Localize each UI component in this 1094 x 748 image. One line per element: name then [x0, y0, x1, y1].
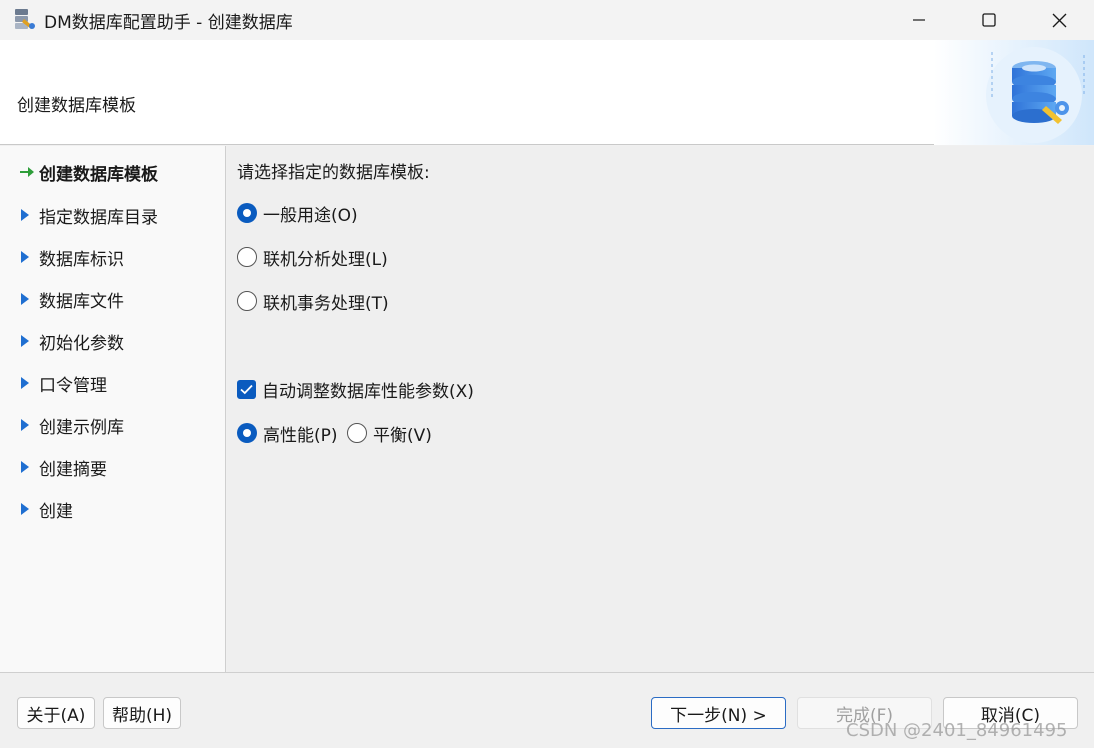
- step-db-files[interactable]: 数据库文件: [20, 286, 124, 312]
- page-title: 创建数据库模板: [17, 96, 136, 116]
- step-label: 口令管理: [39, 375, 107, 396]
- triangle-right-icon: [20, 293, 39, 305]
- radio-general-purpose[interactable]: 一般用途(O): [237, 200, 358, 226]
- auto-tune-checkbox[interactable]: 自动调整数据库性能参数(X): [237, 376, 474, 402]
- triangle-right-icon: [20, 209, 39, 221]
- step-label: 创建摘要: [39, 459, 107, 480]
- main-panel: 请选择指定的数据库模板: 一般用途(O) 联机分析处理(L) 联机事务处理(T)…: [227, 146, 1094, 672]
- radio-label: 平衡(V): [373, 425, 432, 446]
- next-button[interactable]: 下一步(N) >: [651, 697, 786, 729]
- maximize-button[interactable]: [954, 0, 1024, 40]
- minimize-button[interactable]: [884, 0, 954, 40]
- step-label: 指定数据库目录: [39, 207, 158, 228]
- radio-label: 一般用途(O): [263, 205, 358, 226]
- title-bar: DM数据库配置助手 - 创建数据库: [0, 0, 1094, 40]
- radio-label: 高性能(P): [263, 425, 338, 446]
- arrow-right-icon: [20, 166, 39, 178]
- template-prompt: 请选择指定的数据库模板:: [237, 163, 430, 183]
- checkbox-label: 自动调整数据库性能参数(X): [262, 381, 474, 402]
- triangle-right-icon: [20, 419, 39, 431]
- step-create[interactable]: 创建: [20, 496, 73, 522]
- maximize-icon: [982, 13, 996, 27]
- step-init-params[interactable]: 初始化参数: [20, 328, 124, 354]
- header-banner: 创建数据库模板: [0, 40, 1094, 145]
- minimize-icon: [913, 19, 925, 21]
- radio-label: 联机分析处理(L): [263, 249, 388, 270]
- help-button[interactable]: 帮助(H): [103, 697, 181, 729]
- step-label: 初始化参数: [39, 333, 124, 354]
- radio-olap[interactable]: 联机分析处理(L): [237, 244, 388, 270]
- radio-label: 联机事务处理(T): [263, 293, 389, 314]
- close-icon: [1052, 13, 1066, 27]
- step-label: 创建示例库: [39, 417, 124, 438]
- radio-indicator: [347, 423, 367, 443]
- radio-balanced[interactable]: 平衡(V): [347, 420, 432, 446]
- triangle-right-icon: [20, 251, 39, 263]
- database-settings-icon: [934, 40, 1094, 145]
- radio-indicator: [237, 247, 257, 267]
- triangle-right-icon: [20, 377, 39, 389]
- step-create-template[interactable]: 创建数据库模板: [20, 159, 158, 185]
- triangle-right-icon: [20, 503, 39, 515]
- step-label: 数据库文件: [39, 291, 124, 312]
- triangle-right-icon: [20, 335, 39, 347]
- step-db-directory[interactable]: 指定数据库目录: [20, 202, 158, 228]
- step-label: 创建: [39, 501, 73, 522]
- step-label: 数据库标识: [39, 249, 124, 270]
- radio-oltp[interactable]: 联机事务处理(T): [237, 288, 389, 314]
- radio-indicator: [237, 423, 257, 443]
- window-title: DM数据库配置助手 - 创建数据库: [44, 13, 293, 33]
- close-button[interactable]: [1024, 0, 1094, 40]
- triangle-right-icon: [20, 461, 39, 473]
- about-button[interactable]: 关于(A): [17, 697, 95, 729]
- step-label: 创建数据库模板: [39, 164, 158, 185]
- radio-indicator: [237, 291, 257, 311]
- checkmark-icon: [237, 379, 256, 399]
- radio-indicator: [237, 203, 257, 223]
- wizard-steps-sidebar: 创建数据库模板 指定数据库目录 数据库标识 数据库文件 初始化参数 口令管理 创…: [0, 146, 226, 672]
- radio-high-performance[interactable]: 高性能(P): [237, 420, 338, 446]
- step-sample-db[interactable]: 创建示例库: [20, 412, 124, 438]
- watermark: CSDN @2401_84961495: [846, 720, 1068, 741]
- app-icon: [12, 7, 36, 31]
- step-password-mgmt[interactable]: 口令管理: [20, 370, 107, 396]
- step-summary[interactable]: 创建摘要: [20, 454, 107, 480]
- step-db-identifier[interactable]: 数据库标识: [20, 244, 124, 270]
